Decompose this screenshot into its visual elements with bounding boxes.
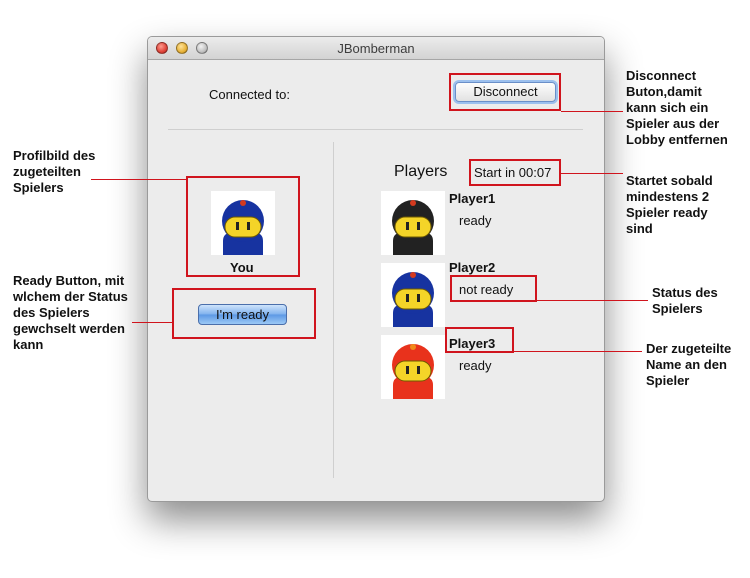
player3-avatar: [381, 335, 445, 399]
player1-status: ready: [459, 213, 492, 228]
profile-highlight: [186, 176, 300, 277]
ready-connector-line: [132, 322, 172, 323]
countdown-connector-line: [561, 173, 623, 174]
status-connector-line: [537, 300, 648, 301]
connected-label: Connected to:: [209, 87, 290, 102]
bomberman-avatar-icon: [392, 344, 434, 399]
player1-avatar: [381, 191, 445, 255]
player2-avatar: [381, 263, 445, 327]
disconnect-connector-line: [561, 111, 623, 112]
disconnect-highlight: [449, 73, 561, 111]
status-annotation: Status des Spielers: [652, 285, 718, 316]
bomberman-avatar-icon: [392, 200, 434, 255]
ready-button-annotation: Ready Button, mit wlchem der Status des …: [13, 273, 128, 352]
disconnect-annotation: Disconnect Buton,damit kann sich ein Spi…: [626, 68, 728, 147]
name-highlight: [445, 327, 514, 353]
horizontal-separator: [168, 129, 583, 130]
ready-button-highlight: [172, 288, 316, 339]
player3-status: ready: [459, 358, 492, 373]
title-bar[interactable]: JBomberman: [148, 37, 604, 60]
players-heading: Players: [394, 163, 448, 180]
player2-name: Player2: [449, 260, 496, 275]
window-title: JBomberman: [337, 41, 415, 56]
vertical-separator: [333, 142, 334, 478]
player1-name: Player1: [449, 191, 496, 206]
name-connector-line: [514, 351, 642, 352]
profile-annotation: Profilbild des zugeteilten Spielers: [13, 148, 96, 195]
profile-connector-line: [91, 179, 186, 180]
bomberman-avatar-icon: [392, 272, 434, 327]
countdown-highlight: [469, 159, 561, 186]
status-highlight: [450, 275, 537, 302]
countdown-annotation: Startet sobald mindestens 2 Spieler read…: [626, 173, 713, 236]
name-annotation: Der zugeteilte Name an den Spieler: [646, 341, 732, 388]
